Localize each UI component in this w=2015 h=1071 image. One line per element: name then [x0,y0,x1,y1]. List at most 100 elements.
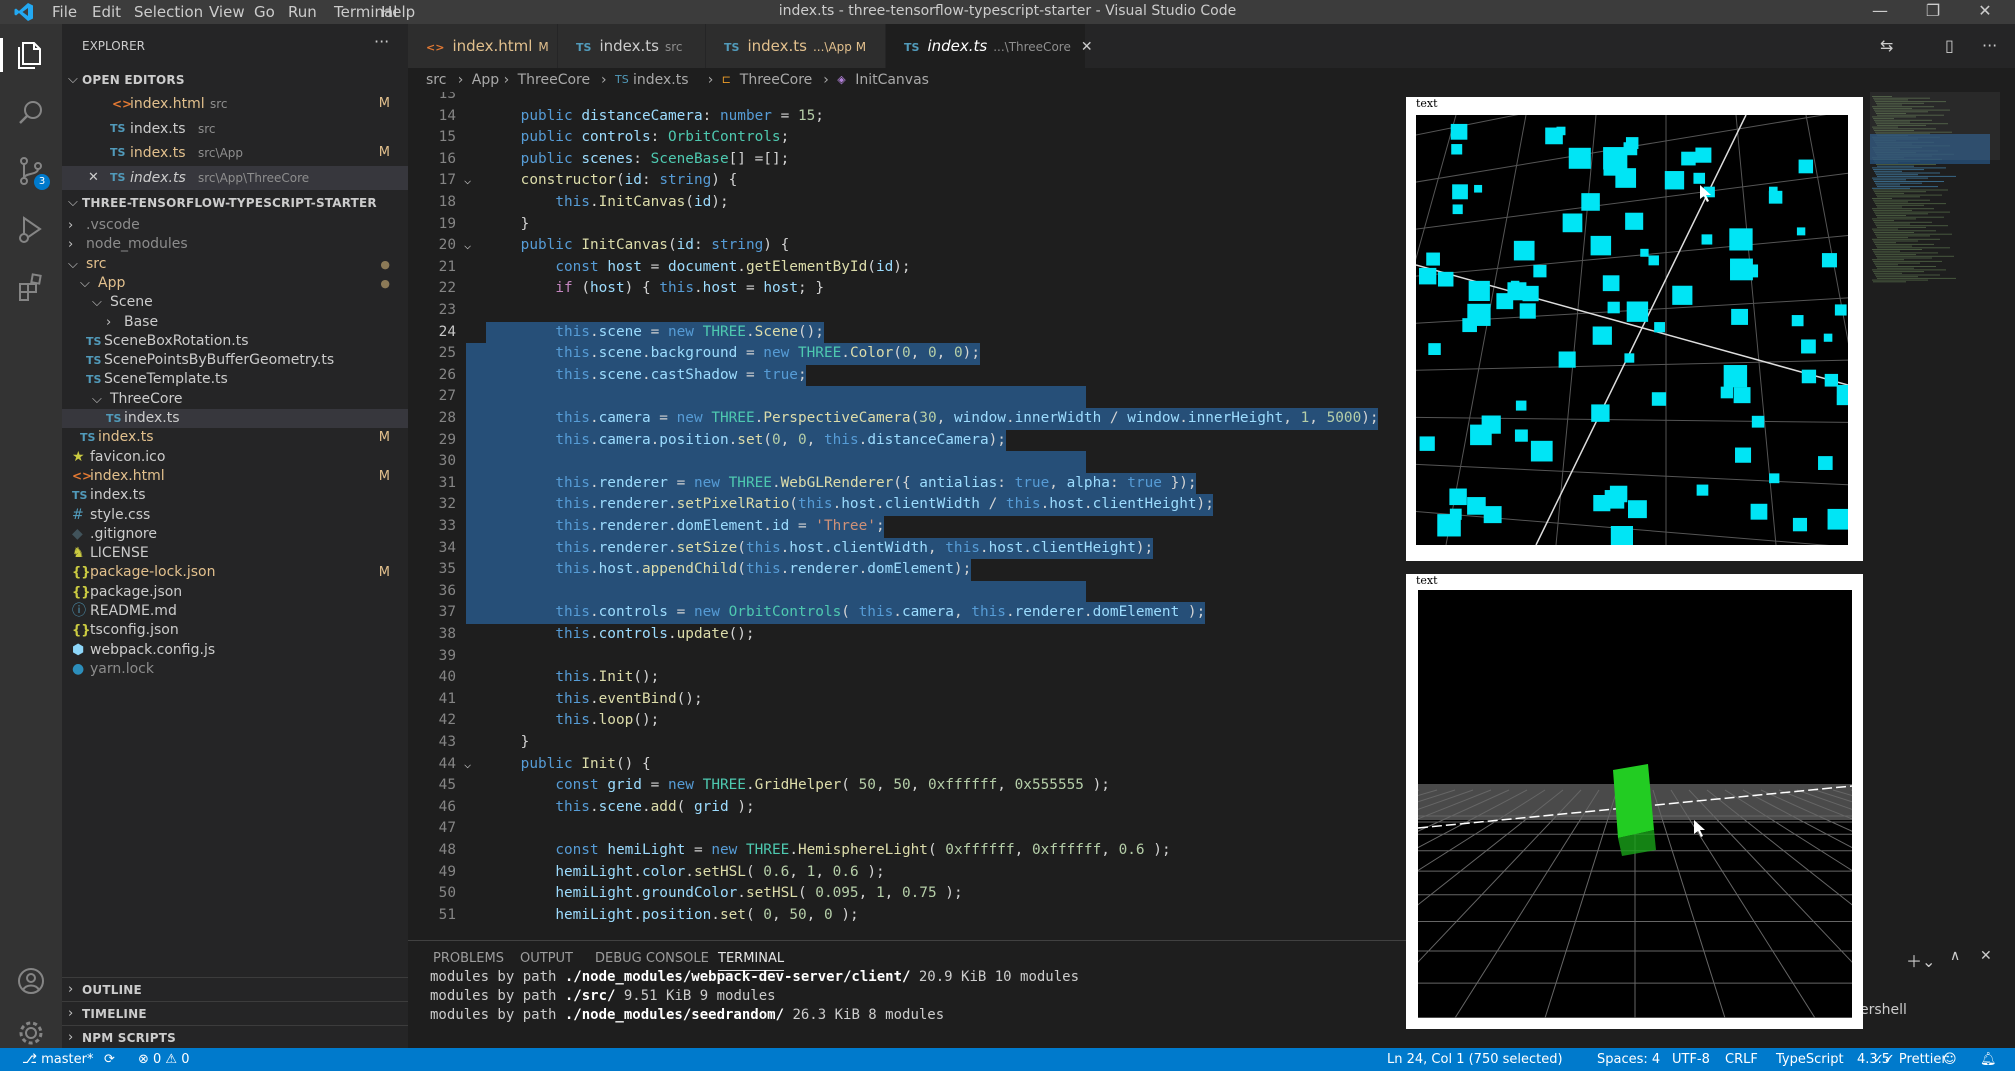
branch-indicator[interactable]: ⎇ master* [22,1048,93,1071]
info-file-icon: ⓘ [72,603,86,619]
tree-item[interactable]: › .vscode [62,216,408,235]
outline-section[interactable]: › OUTLINE [62,977,408,1001]
split-editor-icon[interactable]: ▯ [1945,36,1954,55]
indentation[interactable]: Spaces: 4 [1597,1048,1660,1071]
cube-mark [1510,280,1520,289]
run-debug-icon[interactable] [14,212,48,246]
breadcrumb-item[interactable]: ThreeCore [518,68,591,92]
panel-tab-terminal[interactable]: TERMINAL [718,951,785,971]
code-editor[interactable]: 13 14 public distanceCamera: number = 15;… [408,92,1408,938]
breadcrumb-item[interactable]: InitCanvas [855,68,929,92]
tree-item[interactable]: # style.css [62,506,408,525]
cube-mark [1693,172,1706,184]
tree-item[interactable]: ⬢ webpack.config.js [62,641,408,660]
cube-mark [1648,255,1659,266]
terminal-shell-label[interactable]: ershell [1860,1002,1907,1018]
tree-item-label: .vscode [86,217,140,233]
chevron-right-icon: › [68,1006,74,1021]
tab-index-ts[interactable]: TS index.ts ...\ThreeCore ✕ [886,24,1093,68]
tree-item[interactable]: ● yarn.lock [62,660,408,679]
tree-item[interactable]: TS SceneBoxRotation.ts [62,332,408,351]
tab-index-ts[interactable]: TS index.ts ...\App M [706,24,886,68]
breadcrumb-item[interactable]: ThreeCore [740,68,813,92]
code-text: this.scene.castShadow = true; [555,366,807,383]
tree-item[interactable]: › Base [62,313,408,332]
npm-scripts-section[interactable]: › NPM SCRIPTS [62,1025,408,1049]
more-actions-icon[interactable]: ··· [374,32,389,51]
tree-item[interactable]: ⌵ Scene [62,293,408,312]
fold-chevron-icon[interactable]: ⌵ [464,170,471,192]
sync-icon[interactable]: ⟳ [104,1048,115,1071]
line-number: 18 [438,194,456,210]
code-line: 45 const grid = new THREE.GridHelper( 50… [408,775,1408,797]
close-tab-icon[interactable]: ✕ [1081,39,1093,55]
cube-mark [1468,280,1490,302]
tree-item[interactable]: ⌵ App ● [62,274,408,293]
settings-gear-icon[interactable] [14,1016,48,1050]
fold-chevron-icon[interactable]: ⌵ [464,235,471,257]
notifications-bell-icon[interactable]: 🔔︎ [1980,1048,1997,1071]
close-editor-icon[interactable]: ✕ [88,166,99,190]
feedback-icon[interactable]: ☺ [1943,1048,1957,1071]
tab-index-ts[interactable]: TS index.ts src [558,24,706,68]
tree-item[interactable]: TS index.ts M [62,428,408,447]
restore-icon[interactable]: ❐ [1910,0,1956,24]
breadcrumb-item[interactable]: index.ts [633,68,689,92]
encoding[interactable]: UTF-8 [1672,1048,1710,1071]
more-actions-icon[interactable]: ··· [1982,36,1997,55]
account-icon[interactable] [14,964,48,998]
tree-item[interactable]: TS index.ts [62,409,408,428]
tree-item[interactable]: {} package-lock.json M [62,563,408,582]
tab-index-html[interactable]: <> index.html M [408,24,558,68]
new-terminal-icon[interactable]: ＋⌄ [1906,948,1935,972]
open-editor-item[interactable]: TS index.ts src\App M [62,141,408,165]
panel-tab-debug-console[interactable]: DEBUG CONSOLE [595,951,709,966]
tree-item[interactable]: <> index.html M [62,467,408,486]
cubes-canvas[interactable] [1416,115,1848,545]
maximize-panel-icon[interactable]: ∧ [1950,948,1960,964]
panel-tab-output[interactable]: OUTPUT [520,951,573,966]
cursor-position[interactable]: Ln 24, Col 1 (750 selected) [1387,1048,1563,1071]
open-editors-section[interactable]: ⌵ OPEN EDITORS [62,68,408,92]
tree-item[interactable]: ◆ .gitignore [62,525,408,544]
cube-mark [1735,447,1752,463]
close-panel-icon[interactable]: ✕ [1980,948,1992,964]
code-text: public InitCanvas(id: string) { [520,237,790,254]
problems-indicator[interactable]: ⊗ 0 ⚠ 0 [138,1048,190,1071]
code-text: this.Init(); [555,669,660,686]
tree-item[interactable]: ♞ LICENSE [62,544,408,563]
code-line: 14 public distanceCamera: number = 15; [408,106,1408,128]
breadcrumb-item[interactable]: App [472,68,499,92]
compare-changes-icon[interactable]: ⇆ [1880,36,1893,55]
tree-item[interactable]: TS SceneTemplate.ts [62,370,408,389]
open-editor-item[interactable]: ✕ TS index.ts src\App\ThreeCore [62,165,408,190]
tree-item[interactable]: ⓘ README.md [62,602,408,621]
tree-item[interactable]: TS index.ts [62,486,408,505]
tree-item[interactable]: {} package.json [62,583,408,602]
language-mode[interactable]: TypeScript [1776,1048,1844,1071]
css-file-icon: # [72,506,84,523]
box-rotation-canvas[interactable] [1418,590,1852,1018]
tree-item[interactable]: ⌵ src ● [62,255,408,274]
tree-item[interactable]: TS ScenePointsByBufferGeometry.ts [62,351,408,370]
end-of-line[interactable]: CRLF [1725,1048,1758,1071]
timeline-section[interactable]: › TIMELINE [62,1001,408,1025]
minimap[interactable] [1870,92,2000,938]
open-editor-item[interactable]: TS index.ts src [62,117,408,141]
panel-tab-problems[interactable]: PROBLEMS [433,951,504,966]
tree-item[interactable]: ★ favicon.ico [62,448,408,467]
breadcrumb-item[interactable]: src [426,68,446,92]
project-section[interactable]: ⌵ THREE-TENSORFLOW-TYPESCRIPT-STARTER [62,191,408,215]
tree-item[interactable]: {} tsconfig.json [62,621,408,640]
search-icon[interactable] [14,96,48,130]
prettier-status[interactable]: ✓✓ Prettier [1873,1048,1947,1071]
fold-chevron-icon[interactable]: ⌵ [464,754,471,776]
minimize-icon[interactable]: — [1857,0,1903,24]
cube-mark [1824,373,1839,387]
explorer-icon[interactable] [14,38,48,72]
open-editor-item[interactable]: <> index.html src M [62,92,408,116]
close-window-icon[interactable]: ✕ [1962,0,2008,24]
tree-item[interactable]: ⌵ ThreeCore [62,390,408,409]
extensions-icon[interactable] [14,270,48,304]
tree-item[interactable]: › node_modules [62,235,408,254]
